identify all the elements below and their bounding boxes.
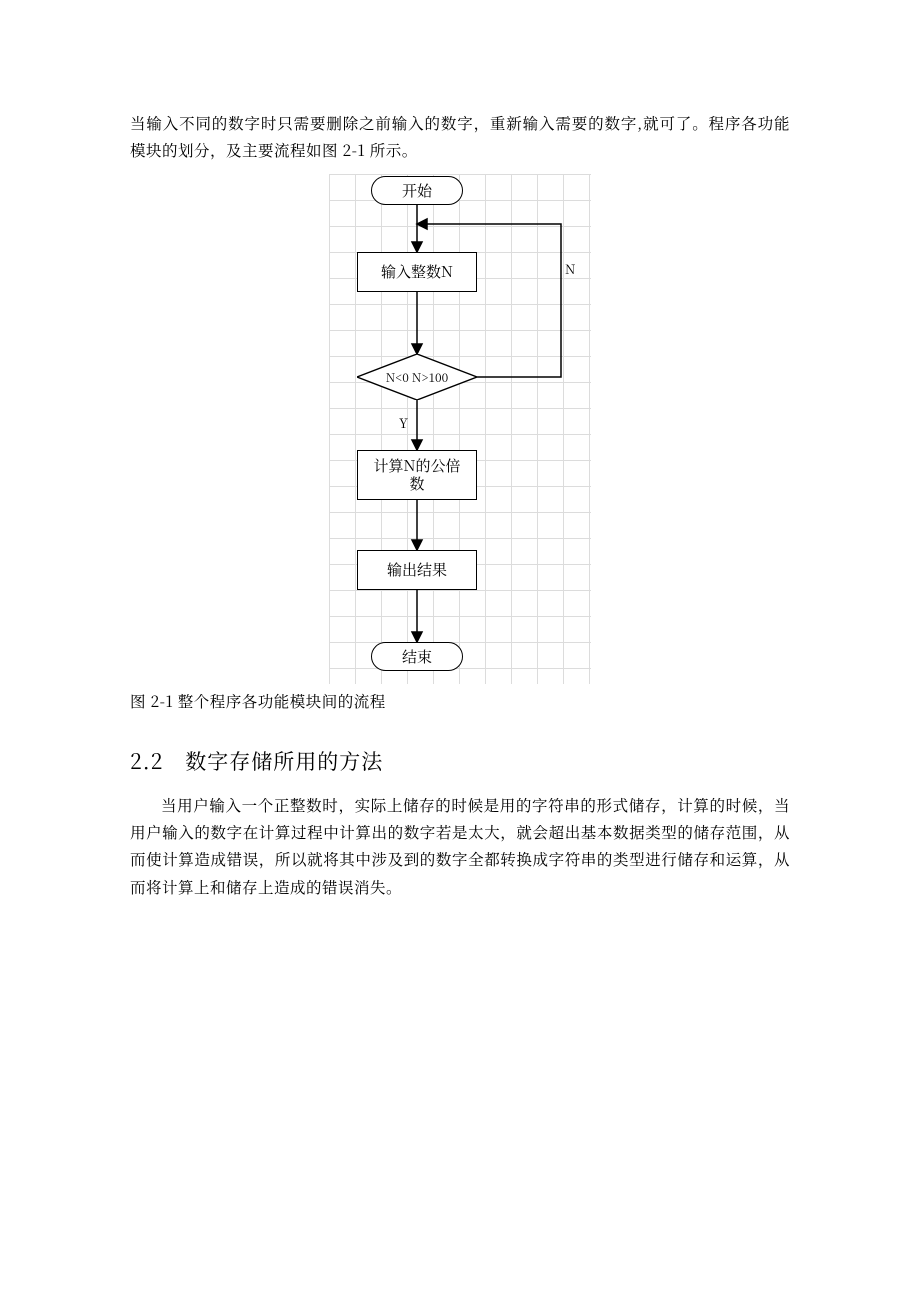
flow-branch-no: N — [565, 258, 575, 281]
flow-branch-yes: Y — [399, 412, 408, 435]
flowchart-arrows — [329, 174, 591, 684]
flow-output: 输出结果 — [357, 550, 477, 590]
figure-2-1: 开始 输入整数N N<0 N>100 N Y 计算N的公倍 数 输出结果 结束 — [130, 174, 790, 684]
figure-caption: 图 2-1 整个程序各功能模块间的流程 — [130, 688, 790, 715]
flow-end: 结束 — [371, 642, 463, 671]
flow-decision-text: N<0 N>100 — [357, 354, 477, 400]
flow-start: 开始 — [371, 176, 463, 205]
flow-decision: N<0 N>100 — [357, 354, 477, 400]
section-2-2-heading: 2.2 数字存储所用的方法 — [130, 743, 790, 780]
flow-compute-line2: 数 — [409, 475, 424, 493]
flowchart: 开始 输入整数N N<0 N>100 N Y 计算N的公倍 数 输出结果 结束 — [329, 174, 591, 684]
flow-compute: 计算N的公倍 数 — [357, 450, 477, 500]
intro-paragraph: 当输入不同的数字时只需要删除之前输入的数字，重新输入需要的数字,就可了。程序各功… — [130, 110, 790, 164]
flow-input: 输入整数N — [357, 252, 477, 292]
section-2-2-body: 当用户输入一个正整数时，实际上储存的时候是用的字符串的形式储存，计算的时候，当用… — [130, 792, 790, 901]
